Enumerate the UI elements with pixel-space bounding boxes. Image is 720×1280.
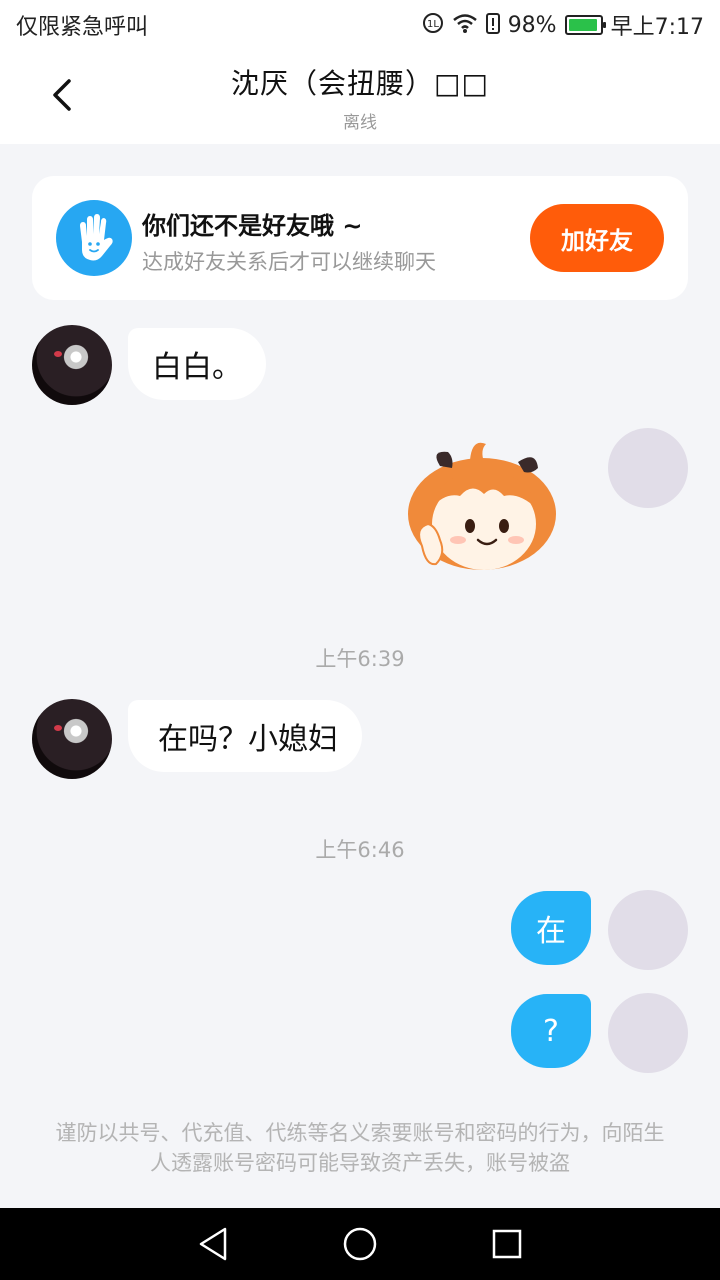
my-avatar[interactable] bbox=[608, 428, 688, 508]
my-avatar[interactable] bbox=[608, 890, 688, 970]
title-wrap: 沈厌（会扭腰）□□ 离线 bbox=[120, 62, 600, 133]
home-circle-icon bbox=[343, 1227, 377, 1261]
contact-status: 离线 bbox=[343, 113, 377, 133]
security-disclaimer: 谨防以共号、代充值、代练等名义索要账号和密码的行为，向陌生人透露账号密码可能导致… bbox=[55, 1121, 665, 1175]
nav-home-button[interactable] bbox=[340, 1224, 380, 1264]
message-text: ? bbox=[543, 1013, 559, 1049]
message-bubble-left[interactable]: 白白。 bbox=[128, 328, 266, 400]
message-bubble-right[interactable]: ? bbox=[511, 994, 591, 1068]
chevron-left-icon bbox=[53, 79, 71, 111]
card-subtitle: 达成好友关系后才可以继续聊天 bbox=[142, 250, 436, 274]
contact-avatar[interactable] bbox=[32, 699, 112, 779]
battery-fill bbox=[568, 19, 597, 31]
data-icon: 1L bbox=[422, 12, 444, 39]
orange-hair-girl-sticker bbox=[408, 442, 556, 570]
card-title: 你们还不是好友哦 ~ bbox=[142, 212, 363, 240]
message-timestamp: 上午6:46 bbox=[315, 838, 405, 862]
nav-recents-button[interactable] bbox=[487, 1224, 527, 1264]
message-bubble-right[interactable]: 在 bbox=[511, 891, 591, 965]
back-button[interactable] bbox=[36, 68, 86, 122]
message-bubble-left[interactable]: 在吗？小媳妇 bbox=[128, 700, 362, 772]
message-text: 在 bbox=[536, 914, 566, 949]
back-triangle-icon bbox=[200, 1227, 227, 1261]
status-right: 1L 98% 早上7:17 bbox=[422, 9, 704, 41]
contact-name: 沈厌（会扭腰）□□ bbox=[231, 67, 489, 100]
status-time: 早上7:17 bbox=[610, 15, 704, 40]
my-avatar[interactable] bbox=[608, 993, 688, 1073]
svg-text:1L: 1L bbox=[427, 19, 439, 30]
system-nav-bar bbox=[0, 1208, 720, 1280]
message-timestamp: 上午6:39 bbox=[315, 647, 405, 671]
wifi-icon bbox=[452, 12, 478, 39]
chat-header: 沈厌（会扭腰）□□ 离线 bbox=[0, 50, 720, 144]
sticker-message[interactable] bbox=[400, 436, 570, 576]
hand-wave-icon bbox=[56, 200, 132, 276]
nav-back-button[interactable] bbox=[193, 1224, 233, 1264]
add-friend-button[interactable]: 加好友 bbox=[530, 204, 664, 272]
message-text: 在吗？小媳妇 bbox=[158, 722, 338, 757]
message-text: 白白。 bbox=[152, 350, 242, 385]
battery-alert-icon bbox=[485, 12, 500, 39]
contact-avatar[interactable] bbox=[32, 325, 112, 405]
battery-percent: 98% bbox=[507, 12, 557, 38]
status-bar: 仅限紧急呼叫 1L 98% 早上7:17 bbox=[0, 0, 720, 50]
status-carrier-text: 仅限紧急呼叫 bbox=[16, 15, 149, 40]
not-friend-card: 你们还不是好友哦 ~ 达成好友关系后才可以继续聊天 加好友 bbox=[32, 176, 688, 300]
battery-icon bbox=[564, 15, 606, 35]
recents-square-icon bbox=[492, 1229, 521, 1259]
